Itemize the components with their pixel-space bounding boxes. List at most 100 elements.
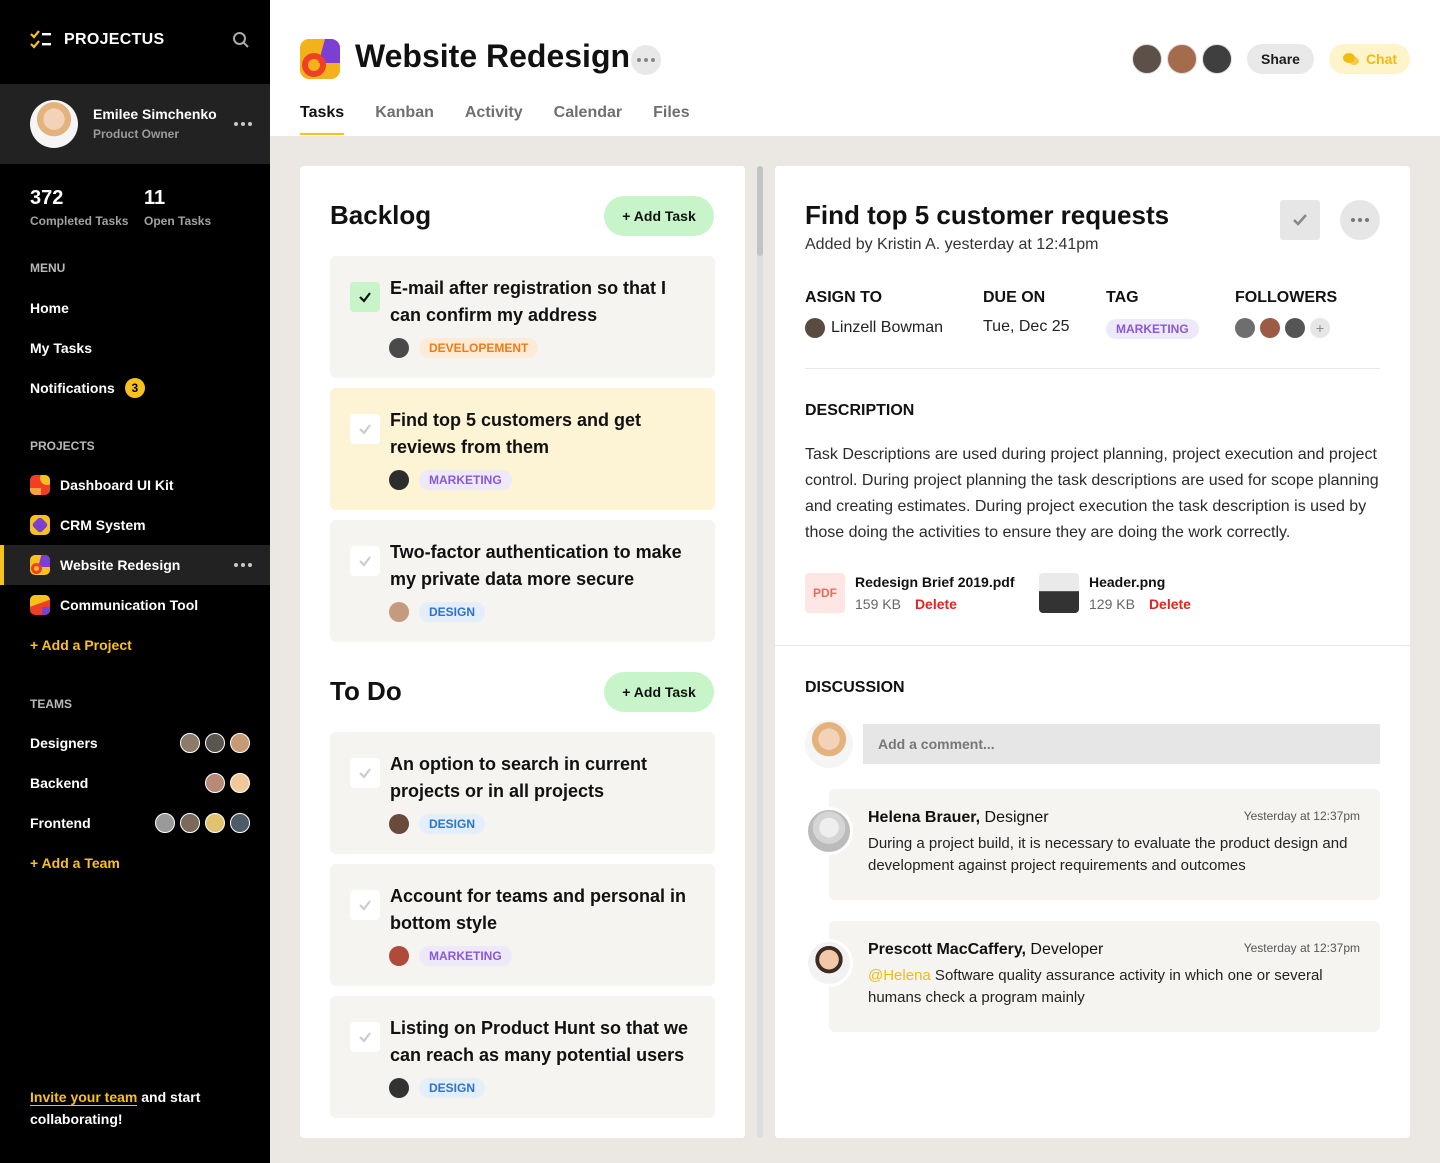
task-board: Backlog + Add Task E-mail after registra… — [300, 166, 745, 1138]
task-card[interactable]: Account for teams and personal in bottom… — [330, 864, 715, 986]
team-label: Designers — [30, 735, 98, 751]
pdf-file-icon: PDF — [805, 573, 845, 613]
add-project-link[interactable]: + Add a Project — [30, 637, 132, 653]
task-description: Task Descriptions are used during projec… — [805, 446, 1379, 541]
team-backend[interactable]: Backend — [30, 773, 250, 793]
team-label: Frontend — [30, 815, 91, 831]
project-more-icon[interactable] — [234, 563, 252, 567]
invite-link[interactable]: Invite your team — [30, 1089, 138, 1106]
attachment-pdf[interactable]: PDF Redesign Brief 2019.pdf 159 KB Delete — [805, 573, 1015, 613]
mention-link[interactable]: @Helena — [868, 967, 931, 984]
task-title: E-mail after registration so that I can … — [390, 278, 667, 325]
logo-icon — [30, 30, 51, 49]
task-checkbox[interactable] — [350, 414, 380, 444]
comment-input[interactable]: Add a comment... — [863, 724, 1380, 764]
task-checkbox[interactable] — [350, 758, 380, 788]
app-name: PROJECTUS — [64, 31, 165, 48]
tab-calendar[interactable]: Calendar — [554, 104, 622, 135]
task-card[interactable]: Two-factor authentication to make my pri… — [330, 520, 715, 642]
delete-file-button[interactable]: Delete — [1149, 596, 1191, 612]
task-card[interactable]: An option to search in current projects … — [330, 732, 715, 854]
nav-home[interactable]: Home — [30, 300, 69, 316]
todo-add-task-button[interactable]: + Add Task — [604, 672, 714, 712]
description-heading: DESCRIPTION — [805, 402, 915, 419]
tab-tasks[interactable]: Tasks — [300, 104, 345, 135]
project-label: Dashboard UI Kit — [60, 477, 174, 493]
complete-task-button[interactable] — [1280, 200, 1320, 240]
file-size: 129 KB — [1089, 596, 1135, 612]
assignee-avatar — [389, 470, 409, 490]
board-scrollbar[interactable] — [757, 166, 763, 1138]
delete-file-button[interactable]: Delete — [915, 596, 957, 612]
nav-notifications[interactable]: Notifications 3 — [30, 378, 145, 398]
comment-body: Software quality assurance activity in w… — [868, 967, 1323, 1006]
author-name: Helena Brauer, — [868, 809, 981, 826]
team-frontend[interactable]: Frontend — [30, 813, 250, 833]
project-tabs: Tasks Kanban Activity Calendar Files — [300, 104, 690, 135]
backlog-add-task-button[interactable]: + Add Task — [604, 196, 714, 236]
task-tag: DESIGN — [419, 1078, 486, 1098]
project-dashboard-ui-kit[interactable]: Dashboard UI Kit — [0, 465, 270, 505]
task-tag[interactable]: MARKETING — [1106, 319, 1199, 339]
stat-label: Completed Tasks — [30, 214, 129, 228]
user-name: Emilee Simchenko — [93, 106, 217, 122]
comment-item: Prescott MacCaffery, Developer Yesterday… — [829, 921, 1380, 1032]
task-checkbox[interactable] — [350, 546, 380, 576]
task-tag: DESIGN — [419, 602, 486, 622]
user-avatar — [30, 100, 78, 148]
due-date[interactable]: Tue, Dec 25 — [983, 318, 1070, 336]
share-button[interactable]: Share — [1247, 44, 1314, 74]
project-website-redesign[interactable]: Website Redesign — [0, 545, 270, 585]
profile-more-icon[interactable] — [234, 122, 252, 126]
backlog-title: Backlog — [330, 200, 432, 230]
projects-heading: PROJECTS — [30, 439, 95, 453]
comment-item: Helena Brauer, Designer Yesterday at 12:… — [829, 789, 1380, 900]
add-follower-icon[interactable]: + — [1310, 318, 1330, 338]
team-designers[interactable]: Designers — [30, 733, 250, 753]
project-crm-system[interactable]: CRM System — [0, 505, 270, 545]
comment-author: Helena Brauer, Designer — [868, 809, 1049, 827]
comment-text: @Helena Software quality assurance activ… — [868, 965, 1358, 1009]
add-team-link[interactable]: + Add a Team — [30, 855, 120, 871]
user-role: Product Owner — [93, 127, 180, 141]
nav-my-tasks[interactable]: My Tasks — [30, 340, 92, 356]
followers-avatars[interactable]: + — [1235, 318, 1330, 338]
menu-heading: MENU — [30, 261, 66, 275]
stat-value: 11 — [144, 187, 166, 209]
task-card[interactable]: Find top 5 customers and get reviews fro… — [330, 388, 715, 510]
task-checkbox[interactable] — [350, 890, 380, 920]
tab-kanban[interactable]: Kanban — [375, 104, 434, 135]
task-card[interactable]: Listing on Product Hunt so that we can r… — [330, 996, 715, 1118]
task-more-icon[interactable] — [1340, 200, 1380, 240]
chat-button[interactable]: Chat — [1329, 44, 1410, 74]
chat-icon — [1342, 53, 1359, 65]
assignee-avatar — [805, 318, 825, 338]
chat-label: Chat — [1365, 51, 1398, 67]
title-more-icon[interactable] — [631, 45, 661, 75]
file-name: Redesign Brief 2019.pdf — [855, 574, 1015, 590]
member-avatars[interactable] — [1132, 44, 1232, 74]
task-checkbox[interactable] — [350, 1022, 380, 1052]
page-title: Website Redesign — [355, 38, 631, 74]
author-name: Prescott MacCaffery, — [868, 941, 1026, 958]
attachment-image[interactable]: Header.png 129 KB Delete — [1039, 573, 1191, 613]
assignee[interactable]: Linzell Bowman — [805, 318, 943, 338]
discussion-heading: DISCUSSION — [805, 679, 905, 696]
task-checkbox[interactable] — [350, 282, 380, 312]
team-avatars — [180, 733, 250, 753]
teams-heading: TEAMS — [30, 697, 72, 711]
tab-activity[interactable]: Activity — [465, 104, 523, 135]
project-label: Communication Tool — [60, 597, 199, 613]
due-label: DUE ON — [983, 289, 1046, 306]
tab-files[interactable]: Files — [653, 104, 689, 135]
user-profile[interactable]: Emilee Simchenko Product Owner — [0, 84, 270, 164]
tag-label: TAG — [1106, 289, 1139, 306]
invite-message: Invite your team and start collaborating… — [30, 1086, 270, 1130]
project-label: CRM System — [60, 517, 146, 533]
task-card[interactable]: E-mail after registration so that I can … — [330, 256, 715, 378]
project-communication-tool[interactable]: Communication Tool — [0, 585, 270, 625]
search-icon[interactable] — [232, 31, 250, 49]
comment-author: Prescott MacCaffery, Developer — [868, 941, 1103, 959]
app-logo[interactable]: PROJECTUS — [30, 30, 165, 50]
task-detail-title: Find top 5 customer requests — [805, 200, 1170, 230]
